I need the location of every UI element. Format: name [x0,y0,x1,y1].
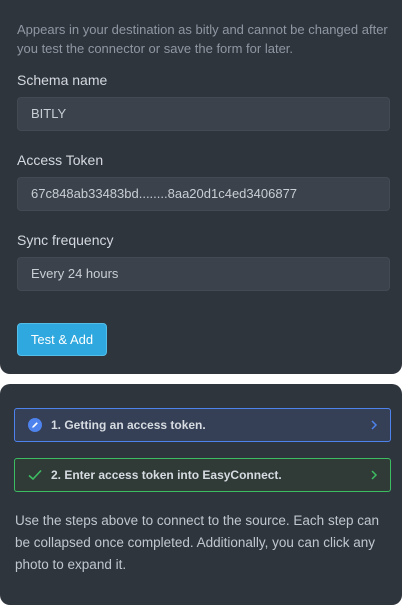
sync-frequency-select[interactable]: Every 24 hours [17,257,390,291]
access-token-label: Access Token [17,152,104,168]
step-getting-access-token[interactable]: 1. Getting an access token. [14,408,391,442]
test-and-add-button[interactable]: Test & Add [17,323,107,356]
edit-icon [28,418,42,432]
destination-hint: Appears in your destination as bitly and… [17,22,388,56]
access-token-input[interactable]: 67c848ab33483bd........8aa20d1c4ed340687… [17,177,390,211]
schema-name-label: Schema name [17,72,108,88]
chevron-right-icon [370,470,378,480]
check-icon [28,469,42,481]
step-enter-access-token[interactable]: 2. Enter access token into EasyConnect. [14,458,391,492]
sync-frequency-label: Sync frequency [17,232,114,248]
schema-name-field: BITLY [17,97,390,131]
chevron-right-icon [370,420,378,430]
step-1-label: 1. Getting an access token. [51,418,206,432]
setup-guide-description: Use the steps above to connect to the so… [15,513,379,572]
step-2-label: 2. Enter access token into EasyConnect. [51,468,282,482]
